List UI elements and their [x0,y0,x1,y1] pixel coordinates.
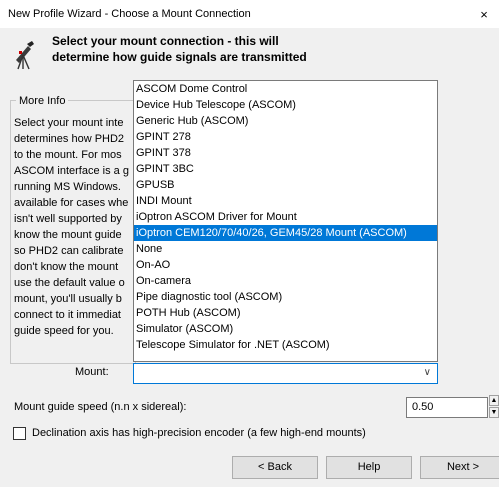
encoder-checkbox-label[interactable]: Declination axis has high-precision enco… [32,427,366,439]
close-button[interactable]: × [469,0,499,28]
mount-option[interactable]: ASCOM Dome Control [134,81,437,97]
mount-option[interactable]: Simulator (ASCOM) [134,321,437,337]
title-bar: New Profile Wizard - Choose a Mount Conn… [0,0,499,28]
spin-down-icon[interactable]: ▼ [489,407,499,418]
mount-label: Mount: [75,366,109,378]
mount-option[interactable]: INDI Mount [134,193,437,209]
mount-option[interactable]: None [134,241,437,257]
guide-speed-input[interactable]: 0.50 [406,397,488,418]
mount-option[interactable]: Device Hub Telescope (ASCOM) [134,97,437,113]
mount-dropdown-list[interactable]: ASCOM Dome Control Device Hub Telescope … [133,80,438,362]
mount-option[interactable]: GPUSB [134,177,437,193]
mount-select[interactable]: ∨ [133,363,438,384]
header-instruction: Select your mount connection - this will… [52,34,307,64]
mount-option[interactable]: On-AO [134,257,437,273]
encoder-checkbox[interactable] [13,427,26,440]
spin-up-icon[interactable]: ▲ [489,395,499,406]
mount-option[interactable]: GPINT 278 [134,129,437,145]
mount-option[interactable]: GPINT 378 [134,145,437,161]
back-button[interactable]: < Back [232,456,318,479]
mount-option[interactable]: GPINT 3BC [134,161,437,177]
window-title: New Profile Wizard - Choose a Mount Conn… [8,8,251,20]
chevron-down-icon[interactable]: ∨ [424,367,431,378]
more-info-legend: More Info [16,95,69,107]
mount-option[interactable]: Telescope Simulator for .NET (ASCOM) [134,337,437,353]
next-button[interactable]: Next > [420,456,499,479]
mount-option[interactable]: iOptron ASCOM Driver for Mount [134,209,437,225]
mount-option[interactable]: On-camera [134,273,437,289]
mount-option-highlighted[interactable]: iOptron CEM120/70/40/26, GEM45/28 Mount … [134,225,437,241]
telescope-icon [16,41,34,70]
guide-speed-label: Mount guide speed (n.n x sidereal): [14,401,187,413]
guide-speed-value: 0.50 [412,401,434,413]
mount-option[interactable]: Pipe diagnostic tool (ASCOM) [134,289,437,305]
guide-speed-spinner[interactable]: ▲ ▼ [489,395,499,419]
mount-option[interactable]: POTH Hub (ASCOM) [134,305,437,321]
mount-option[interactable]: Generic Hub (ASCOM) [134,113,437,129]
help-button[interactable]: Help [326,456,412,479]
more-info-text: Select your mount inte determines how PH… [14,117,129,337]
